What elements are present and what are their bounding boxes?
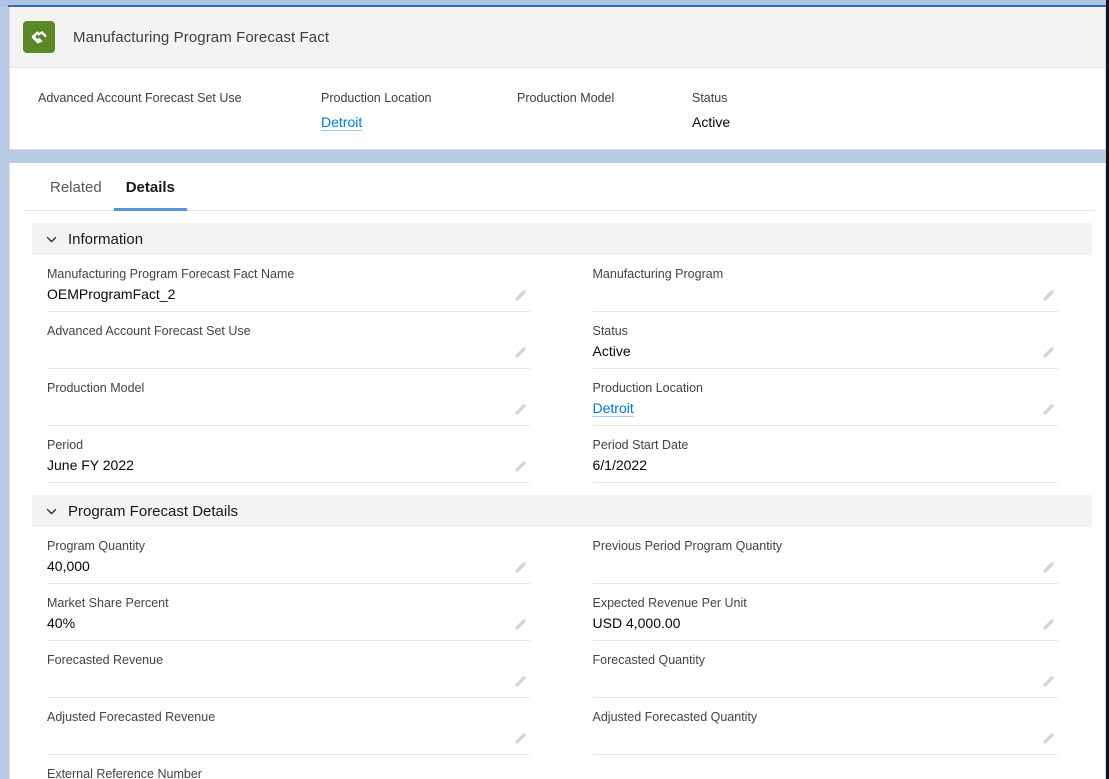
field-label: Advanced Account Forecast Set Use bbox=[47, 324, 251, 338]
field-value: OEMProgramFact_2 bbox=[47, 286, 176, 302]
chevron-down-icon[interactable] bbox=[45, 505, 58, 518]
section-title: Program Forecast Details bbox=[68, 502, 239, 520]
field-period: Period June FY 2022 bbox=[47, 426, 530, 483]
section-title: Information bbox=[68, 230, 144, 248]
field-value bbox=[593, 670, 1033, 691]
field-label: Previous Period Program Quantity bbox=[592, 539, 783, 553]
edit-pencil-icon[interactable] bbox=[513, 345, 528, 360]
app-window: Manufacturing Program Forecast Fact Adva… bbox=[0, 0, 1109, 779]
edit-pencil-icon[interactable] bbox=[1041, 288, 1056, 303]
edit-pencil-icon[interactable] bbox=[1041, 402, 1056, 417]
information-left-column: Manufacturing Program Forecast Fact Name… bbox=[32, 255, 558, 483]
field-advanced-account-forecast-set-use: Advanced Account Forecast Set Use bbox=[47, 312, 530, 369]
program-forecast-left-column: Program Quantity 40,000 Market Share Per… bbox=[32, 527, 558, 779]
field-value bbox=[593, 284, 1033, 305]
edit-pencil-icon[interactable] bbox=[513, 731, 528, 746]
field-value: 6/1/2022 bbox=[592, 457, 648, 473]
production-location-link[interactable]: Detroit bbox=[593, 398, 634, 419]
field-market-share-percent: Market Share Percent 40% bbox=[47, 584, 530, 641]
record-highlights-panel: Manufacturing Program Forecast Fact Adva… bbox=[9, 7, 1106, 150]
field-value bbox=[47, 398, 504, 419]
edit-pencil-icon[interactable] bbox=[1041, 345, 1056, 360]
field-label: Manufacturing Program bbox=[592, 267, 724, 281]
field-value bbox=[593, 556, 1033, 577]
edit-pencil-icon[interactable] bbox=[513, 459, 528, 474]
panel-separator-band bbox=[0, 150, 1109, 163]
edit-pencil-icon[interactable] bbox=[513, 288, 528, 303]
field-label: Forecasted Revenue bbox=[47, 653, 164, 667]
highlight-field-label: Production Model bbox=[517, 91, 615, 105]
field-forecasted-revenue: Forecasted Revenue bbox=[47, 641, 530, 698]
field-adjusted-forecasted-quantity: Adjusted Forecasted Quantity bbox=[592, 698, 1058, 755]
highlight-field-label: Production Location bbox=[321, 91, 432, 105]
edit-pencil-icon[interactable] bbox=[1041, 731, 1056, 746]
field-value: Active bbox=[592, 343, 631, 359]
highlight-field-value: Active bbox=[692, 114, 731, 130]
section-header-information[interactable]: Information bbox=[32, 223, 1092, 255]
field-value: USD 4,000.00 bbox=[592, 615, 681, 631]
field-expected-revenue-per-unit: Expected Revenue Per Unit USD 4,000.00 bbox=[592, 584, 1058, 641]
field-value bbox=[47, 727, 504, 748]
handshake-icon bbox=[23, 21, 55, 53]
field-label: Market Share Percent bbox=[47, 596, 169, 610]
highlight-field-production-model: Production Model bbox=[517, 90, 692, 132]
program-forecast-right-column: Previous Period Program Quantity Expecte… bbox=[558, 527, 1084, 779]
field-production-model: Production Model bbox=[47, 369, 530, 426]
field-label: External Reference Number bbox=[47, 767, 202, 779]
field-label: Period Start Date bbox=[592, 438, 689, 452]
field-label: Production Location bbox=[592, 381, 704, 395]
tab-details[interactable]: Details bbox=[113, 179, 188, 211]
field-label: Program Quantity bbox=[47, 539, 145, 553]
record-header: Manufacturing Program Forecast Fact bbox=[10, 7, 1105, 68]
section-header-program-forecast-details[interactable]: Program Forecast Details bbox=[32, 495, 1092, 527]
field-label: Adjusted Forecasted Quantity bbox=[592, 710, 758, 724]
field-value bbox=[593, 727, 1033, 748]
highlight-field-label: Status bbox=[692, 91, 728, 105]
highlight-fields: Advanced Account Forecast Set Use Produc… bbox=[10, 68, 1105, 132]
edit-pencil-icon[interactable] bbox=[1041, 674, 1056, 689]
edit-pencil-icon[interactable] bbox=[513, 617, 528, 632]
highlight-field-production-location: Production Location Detroit bbox=[321, 90, 517, 132]
field-adjusted-forecasted-revenue: Adjusted Forecasted Revenue bbox=[47, 698, 530, 755]
field-label: Status bbox=[592, 324, 628, 338]
chevron-down-icon[interactable] bbox=[45, 233, 58, 246]
field-period-start-date: Period Start Date 6/1/2022 bbox=[592, 426, 1058, 483]
field-label: Period bbox=[47, 438, 84, 452]
page-title: Manufacturing Program Forecast Fact bbox=[73, 28, 330, 46]
field-label: Expected Revenue Per Unit bbox=[592, 596, 747, 610]
record-tabs: Related Details bbox=[24, 163, 1094, 211]
field-external-reference-number: External Reference Number bbox=[47, 755, 530, 779]
field-label: Forecasted Quantity bbox=[592, 653, 706, 667]
field-production-location: Production Location Detroit bbox=[592, 369, 1058, 426]
information-right-column: Manufacturing Program Status Active Prod… bbox=[558, 255, 1084, 483]
field-label: Manufacturing Program Forecast Fact Name bbox=[47, 267, 295, 281]
tab-related[interactable]: Related bbox=[38, 179, 114, 210]
record-details-panel: Related Details Information Manufacturin… bbox=[9, 163, 1106, 779]
field-program-quantity: Program Quantity 40,000 bbox=[47, 527, 530, 584]
highlight-field-status: Status Active bbox=[692, 90, 852, 132]
edit-pencil-icon[interactable] bbox=[1041, 617, 1056, 632]
field-label: Production Model bbox=[47, 381, 145, 395]
edit-pencil-icon[interactable] bbox=[1041, 560, 1056, 575]
field-status: Status Active bbox=[592, 312, 1058, 369]
field-value: 40,000 bbox=[47, 558, 90, 574]
field-value bbox=[47, 341, 504, 362]
edit-pencil-icon[interactable] bbox=[513, 560, 528, 575]
field-value bbox=[47, 670, 504, 691]
edit-pencil-icon[interactable] bbox=[513, 402, 528, 417]
highlight-field-label: Advanced Account Forecast Set Use bbox=[38, 91, 242, 105]
field-forecasted-quantity: Forecasted Quantity bbox=[592, 641, 1058, 698]
information-field-grid: Manufacturing Program Forecast Fact Name… bbox=[10, 255, 1105, 483]
field-manufacturing-program-forecast-fact-name: Manufacturing Program Forecast Fact Name… bbox=[47, 255, 530, 312]
field-value: June FY 2022 bbox=[47, 457, 134, 473]
program-forecast-details-field-grid: Program Quantity 40,000 Market Share Per… bbox=[10, 527, 1105, 779]
field-label: Adjusted Forecasted Revenue bbox=[47, 710, 216, 724]
highlight-field-advanced-account-forecast-set-use: Advanced Account Forecast Set Use bbox=[38, 90, 321, 132]
field-manufacturing-program: Manufacturing Program bbox=[592, 255, 1058, 312]
window-top-strip bbox=[0, 0, 1109, 7]
field-value: 40% bbox=[47, 615, 76, 631]
field-previous-period-program-quantity: Previous Period Program Quantity bbox=[592, 527, 1058, 584]
production-location-link[interactable]: Detroit bbox=[321, 112, 362, 132]
edit-pencil-icon[interactable] bbox=[513, 674, 528, 689]
